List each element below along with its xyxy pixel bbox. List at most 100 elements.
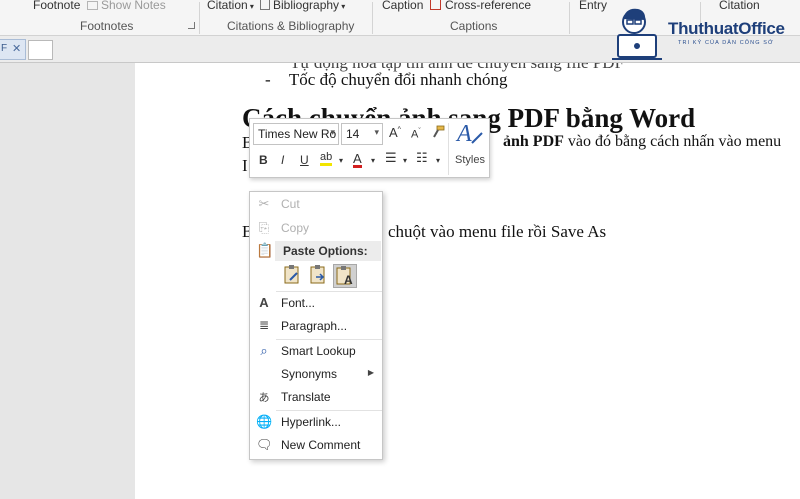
menu-item-paragraph-label: Paragraph...	[281, 319, 348, 333]
font-size-combo[interactable]: 14 ▾	[341, 123, 383, 145]
menu-item-synonyms-label: Synonyms	[281, 367, 338, 381]
bibliography-button[interactable]: Bibliography ▾	[260, 0, 345, 12]
close-icon[interactable]: ✕	[12, 42, 21, 55]
paste-options-label: Paste Options:	[283, 244, 368, 258]
logo-tagline: TRI KỶ CỦA DÂN CÔNG SỞ	[678, 40, 774, 46]
menu-item-hyperlink[interactable]: 🌐 Hyperlink...	[250, 411, 382, 433]
cross-reference-button[interactable]: Cross-reference	[430, 0, 531, 12]
menu-item-paragraph[interactable]: ≣ Paragraph...	[250, 315, 382, 337]
copy-icon: ⎘	[258, 220, 270, 235]
show-notes-label: Show Notes	[101, 0, 166, 12]
menu-item-cut-label: Cut	[281, 197, 300, 211]
menu-item-font-label: Font...	[281, 296, 316, 310]
citation-label: Citation	[207, 0, 248, 12]
citations-group: Citation ▾ Bibliography ▾ Citations & Bi…	[200, 0, 372, 36]
menu-item-copy-label: Copy	[281, 221, 310, 235]
paste-options-header: Paste Options:	[275, 241, 381, 261]
citations-group-label: Citations & Bibliography	[227, 19, 355, 33]
show-notes-icon	[87, 1, 98, 10]
chevron-right-icon: ▶	[367, 368, 374, 377]
chevron-down-icon[interactable]: ▾	[403, 156, 407, 165]
chevron-down-icon: ▾	[247, 2, 254, 11]
mini-toolbar: Times New Ro ▾ 14 ▾ A^ Aˇ A Styles B I U…	[249, 118, 490, 178]
chevron-down-icon[interactable]: ▾	[374, 127, 379, 138]
bibliography-icon	[260, 0, 270, 10]
search-icon: ⌕	[260, 343, 268, 358]
menu-item-synonyms[interactable]: Synonyms ▶	[250, 363, 382, 385]
context-menu: ✂ Cut ⎘ Copy 📋 Paste Options: A A Font..…	[249, 191, 383, 460]
translate-icon: あ	[258, 392, 270, 404]
footnotes-group: Footnote Show Notes Footnotes	[0, 0, 200, 36]
mascot-icon	[612, 8, 662, 60]
font-icon: A	[259, 295, 269, 310]
mini-toolbar-divider	[448, 123, 449, 175]
svg-text:A: A	[455, 121, 472, 147]
underline-icon[interactable]: U	[300, 153, 309, 167]
captions-group-label: Captions	[450, 19, 498, 33]
footnotes-dialog-launcher-icon[interactable]	[188, 22, 195, 29]
bold-icon[interactable]: B	[259, 153, 268, 167]
paragraph-1-tail: ảnh PDF vào đó bằng cách nhấn vào menu	[503, 133, 781, 151]
font-color-icon[interactable]: A	[353, 151, 362, 168]
menu-item-smart-lookup-label: Smart Lookup	[281, 344, 356, 358]
paste-keep-formatting-icon[interactable]	[281, 264, 305, 288]
bullets-icon[interactable]: ☰	[385, 150, 397, 166]
menu-item-hyperlink-label: Hyperlink...	[281, 415, 342, 429]
bibliography-label: Bibliography	[273, 0, 340, 12]
styles-icon[interactable]: A	[455, 119, 485, 156]
captions-group: Caption Cross-reference Captions	[373, 0, 570, 36]
document-left-margin	[0, 63, 135, 499]
highlight-icon[interactable]: ab	[320, 151, 333, 166]
menu-item-smart-lookup[interactable]: ⌕ Smart Lookup	[250, 340, 382, 362]
paragraph-1-line-2: I	[242, 156, 248, 175]
grow-font-icon[interactable]: A^	[389, 125, 401, 140]
cross-reference-label: Cross-reference	[445, 0, 532, 12]
paragraph-2-tail: chuột vào menu file rồi Save As	[388, 222, 607, 241]
menu-item-cut[interactable]: ✂ Cut	[250, 193, 382, 215]
ribbon-divider	[569, 2, 570, 34]
hyperlink-icon: 🌐	[256, 414, 273, 429]
menu-item-translate-label: Translate	[281, 390, 331, 404]
scissors-icon: ✂	[258, 196, 270, 211]
shrink-font-icon[interactable]: Aˇ	[411, 128, 421, 141]
logo-brand-text: ThuthuatOffice	[668, 19, 785, 38]
italic-icon[interactable]: I	[281, 153, 284, 167]
menu-item-new-comment-label: New Comment	[281, 438, 361, 452]
paste-merge-formatting-icon[interactable]	[307, 264, 331, 288]
navigation-search-box[interactable]	[28, 40, 53, 60]
menu-item-copy[interactable]: ⎘ Copy	[250, 217, 382, 239]
comment-icon: 🗨	[256, 437, 273, 452]
bullet-dash: -	[265, 70, 271, 89]
insert-caption-button[interactable]: Caption	[382, 0, 423, 12]
paragraph-1-bold: ảnh PDF	[503, 133, 564, 150]
font-name-combo[interactable]: Times New Ro ▾	[253, 123, 339, 145]
font-name-value: Times New Ro	[258, 127, 337, 141]
menu-item-font[interactable]: A Font...	[250, 292, 382, 314]
chevron-down-icon[interactable]: ▾	[436, 156, 440, 165]
font-size-value: 14	[346, 127, 360, 141]
numbering-icon[interactable]: ☷	[416, 150, 428, 166]
chevron-down-icon[interactable]: ▾	[330, 127, 335, 138]
paragraph-1-rest: vào đó bằng cách nhấn vào menu	[567, 133, 782, 150]
insert-citation-button[interactable]: Citation ▾	[207, 0, 254, 12]
styles-label[interactable]: Styles	[455, 154, 485, 166]
svg-text:A: A	[344, 273, 353, 287]
paste-icon: 📋	[256, 242, 274, 258]
menu-item-translate[interactable]: あ Translate	[250, 386, 382, 408]
paragraph-icon: ≣	[258, 318, 270, 332]
mark-entry-button[interactable]: Entry	[579, 0, 607, 12]
paste-keep-text-only-icon[interactable]: A	[333, 264, 357, 288]
chevron-down-icon[interactable]: ▾	[339, 156, 343, 165]
show-notes-button[interactable]: Show Notes	[87, 0, 166, 12]
thuthuatoffice-logo: ThuthuatOffice TRI KỶ CỦA DÂN CÔNG SỞ	[604, 0, 800, 64]
menu-item-new-comment[interactable]: 🗨 New Comment	[250, 434, 382, 456]
insert-footnote-button[interactable]: Footnote	[33, 0, 80, 12]
bullet-text-2: Tốc độ chuyển đổi nhanh chóng	[288, 70, 508, 89]
bullet-line-2: - Tốc độ chuyển đổi nhanh chóng	[265, 70, 508, 90]
footnotes-group-label: Footnotes	[80, 19, 134, 33]
cross-reference-icon	[430, 0, 441, 10]
chevron-down-icon[interactable]: ▾	[371, 156, 375, 165]
format-painter-icon[interactable]	[430, 124, 446, 143]
navigation-letter: F	[1, 43, 8, 54]
navigation-pane-tab[interactable]: F ✕	[0, 39, 26, 60]
